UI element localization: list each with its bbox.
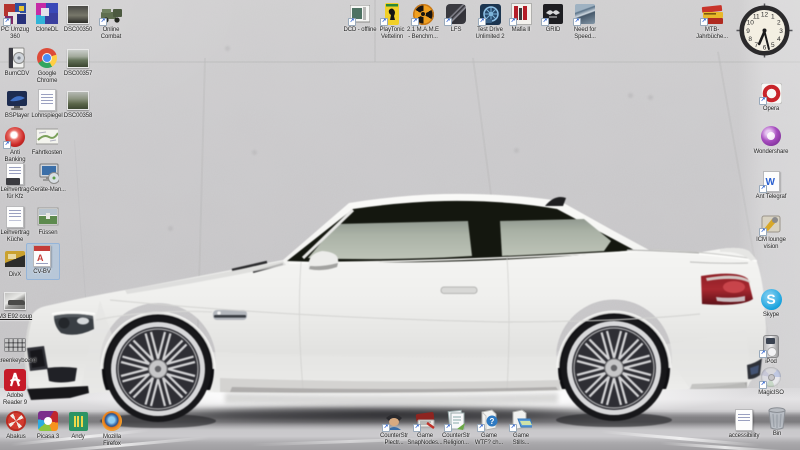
svg-text:9: 9: [746, 28, 750, 35]
svg-text:3: 3: [779, 28, 783, 35]
svg-text:8: 8: [748, 36, 752, 43]
svg-text:6: 6: [763, 44, 767, 51]
svg-text:5: 5: [771, 42, 775, 49]
svg-text:1: 1: [771, 14, 775, 21]
svg-text:4: 4: [777, 36, 781, 43]
svg-text:7: 7: [754, 42, 758, 49]
svg-text:12: 12: [761, 11, 769, 18]
svg-text:2: 2: [777, 20, 781, 27]
svg-text:?: ?: [490, 417, 495, 426]
svg-text:11: 11: [753, 14, 760, 21]
svg-text:10: 10: [747, 20, 755, 27]
